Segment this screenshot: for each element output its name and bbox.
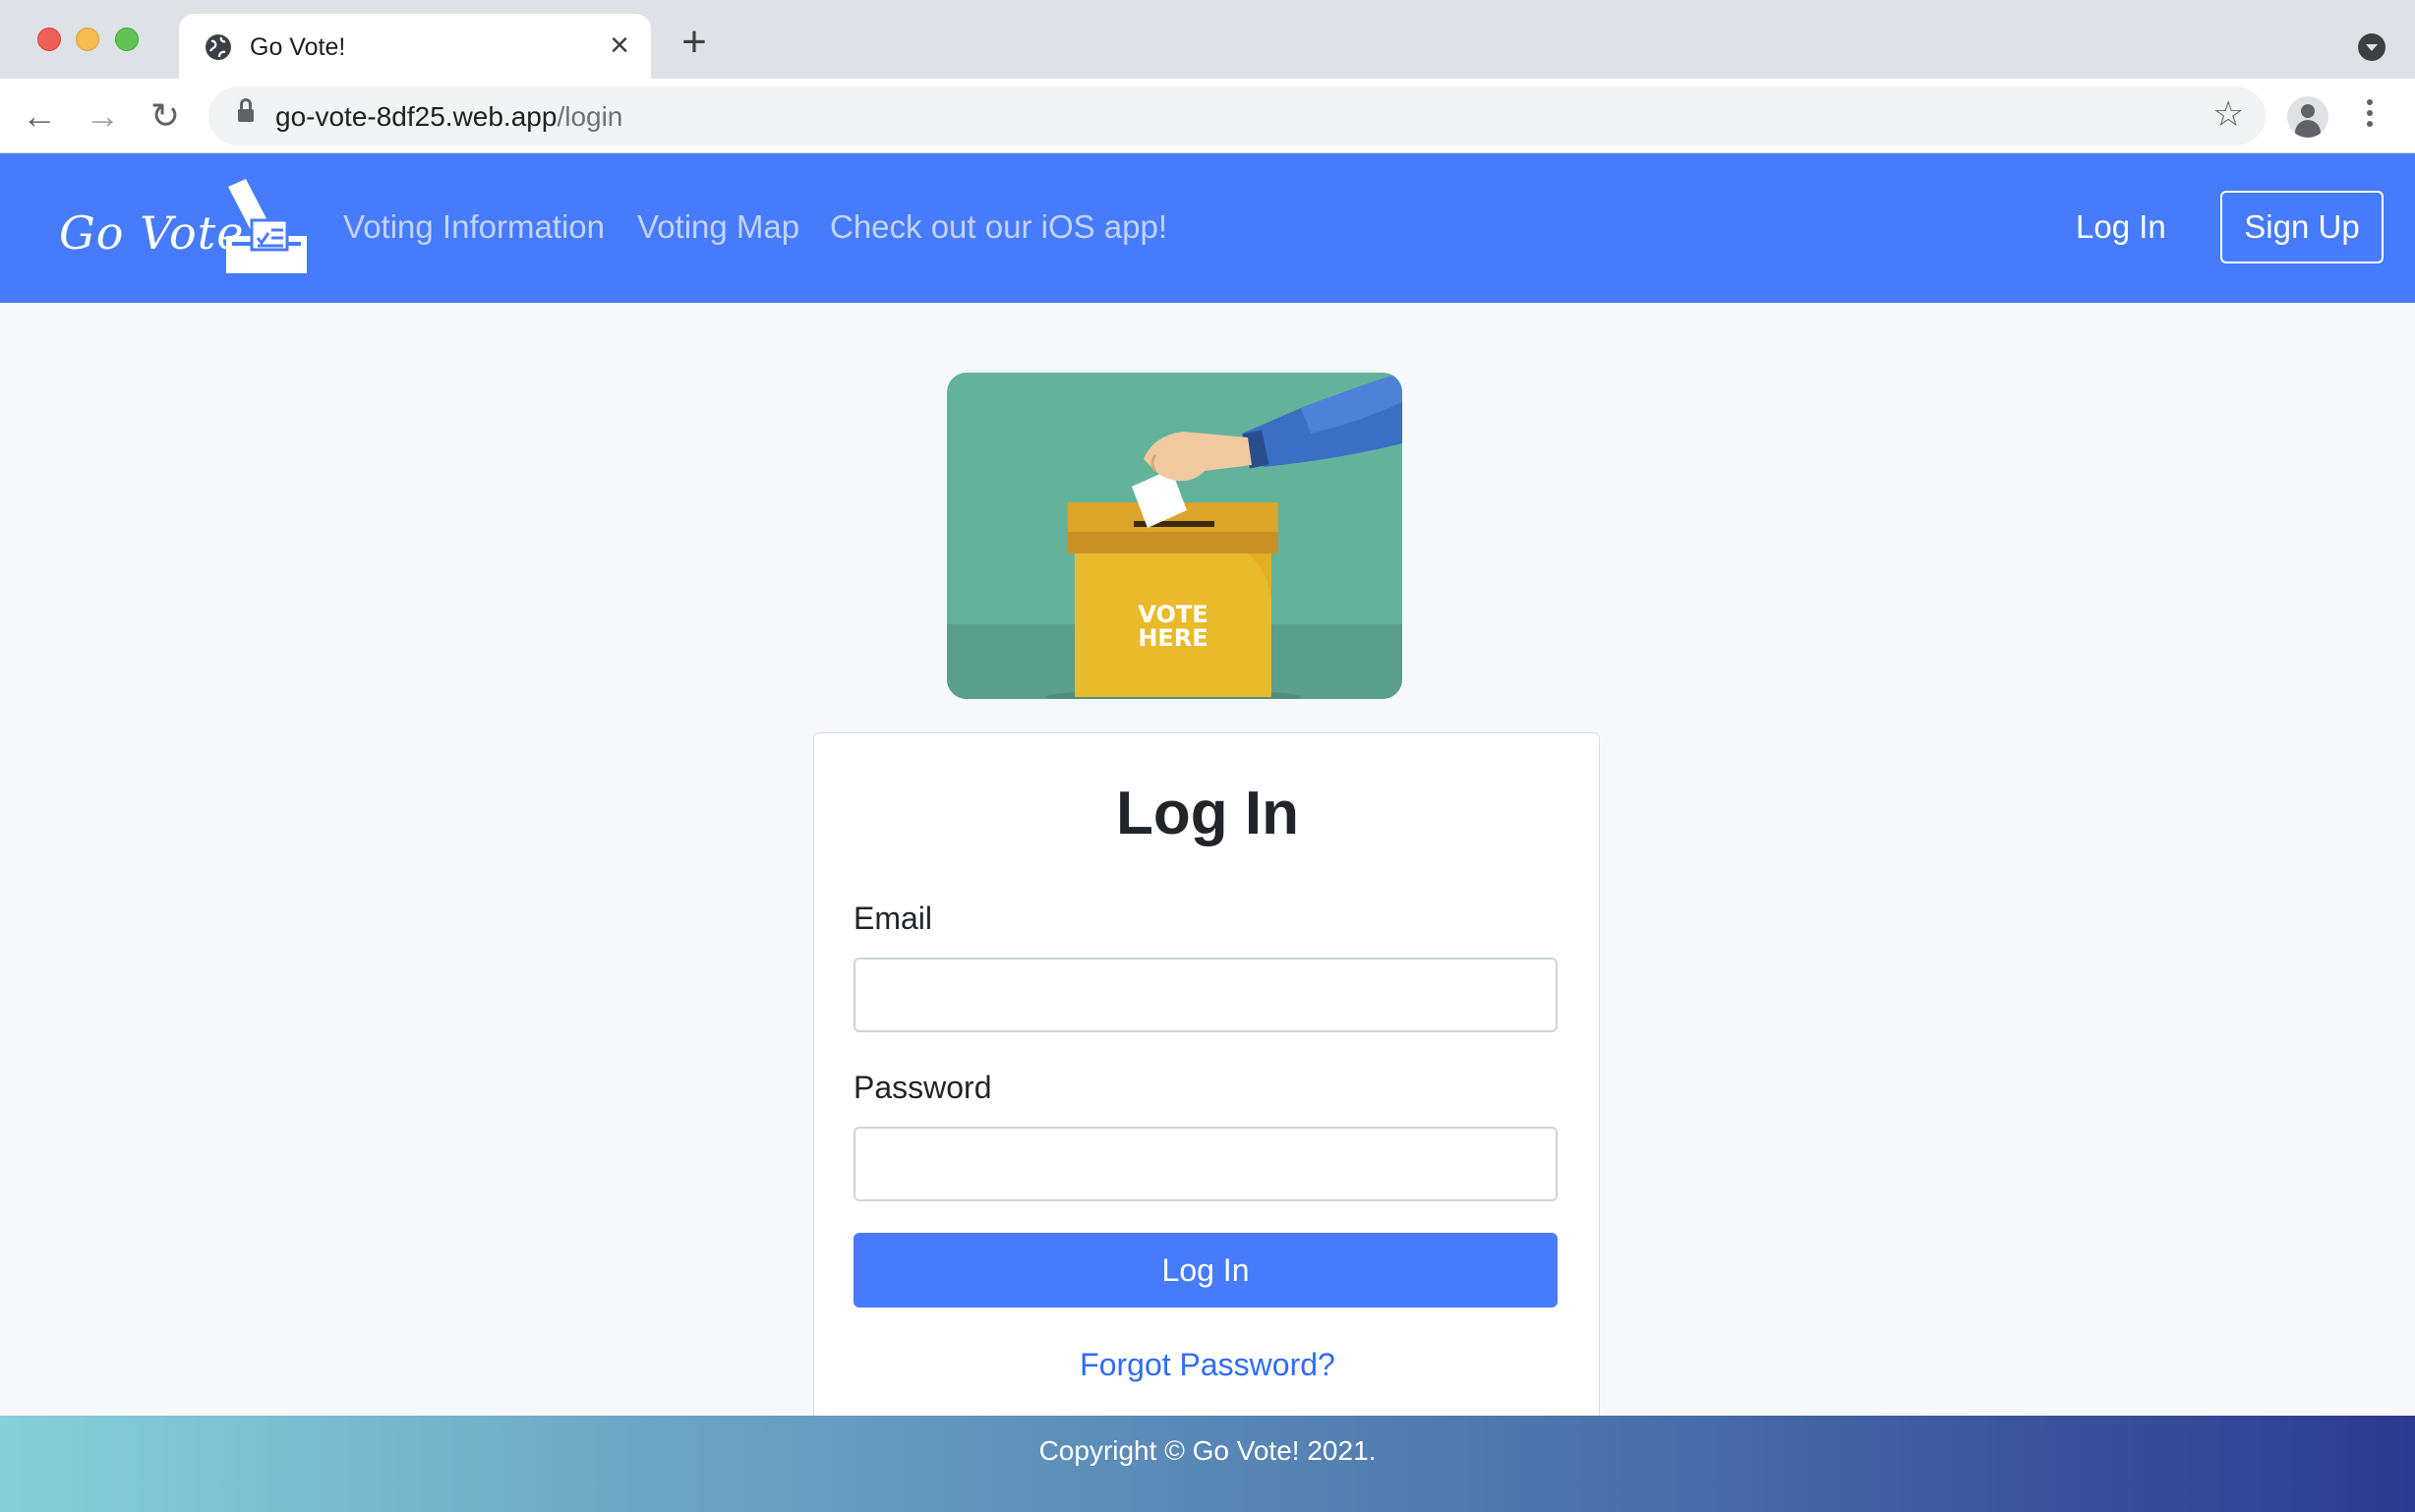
password-field[interactable] — [854, 1127, 1558, 1201]
reload-icon[interactable]: ↻ — [147, 98, 183, 134]
nav-link-voting-map[interactable]: Voting Map — [637, 208, 799, 246]
login-title: Log In — [1116, 780, 1299, 847]
profile-avatar-icon[interactable] — [2287, 96, 2328, 138]
window-maximize-button[interactable] — [115, 28, 139, 51]
nav-link-ios-app[interactable]: Check out our iOS app! — [830, 208, 1167, 246]
site-footer: Copyright © Go Vote! 2021. — [0, 1416, 2415, 1512]
password-label: Password — [854, 1070, 992, 1105]
browser-tab[interactable]: Go Vote! × — [179, 14, 651, 79]
url-host: go-vote-8df25.web.app — [275, 101, 558, 132]
tab-title: Go Vote! — [250, 33, 346, 61]
vote-illustration: VOTE HERE — [947, 373, 1402, 699]
close-tab-icon[interactable]: × — [604, 29, 635, 62]
forgot-password-link[interactable]: Forgot Password? — [814, 1347, 1601, 1383]
forward-arrow-icon[interactable]: → — [85, 98, 120, 134]
browser-menu-icon[interactable] — [2360, 96, 2380, 136]
back-arrow-icon[interactable]: ← — [22, 98, 57, 134]
window-minimize-button[interactable] — [76, 28, 99, 51]
signup-button[interactable]: Sign Up — [2220, 191, 2384, 263]
url-text: go-vote-8df25.web.app/login — [275, 101, 622, 133]
login-card: Log In Email Password Log In Forgot Pass… — [813, 732, 1600, 1421]
browser-tab-strip: Go Vote! × + — [0, 0, 2415, 79]
new-tab-icon[interactable]: + — [677, 21, 712, 64]
nav-link-voting-information[interactable]: Voting Information — [343, 208, 605, 246]
browser-toolbar: ← → ↻ go-vote-8df25.web.app/login ☆ — [0, 79, 2415, 153]
email-label: Email — [854, 901, 933, 936]
bookmark-star-icon[interactable]: ☆ — [2212, 96, 2244, 132]
box-text-here: HERE — [1138, 624, 1208, 652]
window-close-button[interactable] — [37, 28, 61, 51]
ballot-box-icon — [226, 179, 307, 273]
login-submit-button[interactable]: Log In — [854, 1233, 1558, 1308]
email-field[interactable] — [854, 958, 1558, 1032]
nav-login-link[interactable]: Log In — [2076, 208, 2166, 246]
copyright-text: Copyright © Go Vote! 2021. — [1038, 1435, 1377, 1466]
globe-icon — [206, 34, 231, 60]
tab-search-icon[interactable] — [2358, 33, 2386, 61]
brand-logo[interactable]: Go Vote! — [59, 179, 315, 281]
site-navbar: Go Vote! Voting Information Voting Map C… — [0, 153, 2415, 303]
address-bar[interactable]: go-vote-8df25.web.app/login ☆ — [208, 87, 2266, 145]
lock-icon[interactable] — [238, 98, 254, 124]
url-path: /login — [557, 101, 623, 132]
